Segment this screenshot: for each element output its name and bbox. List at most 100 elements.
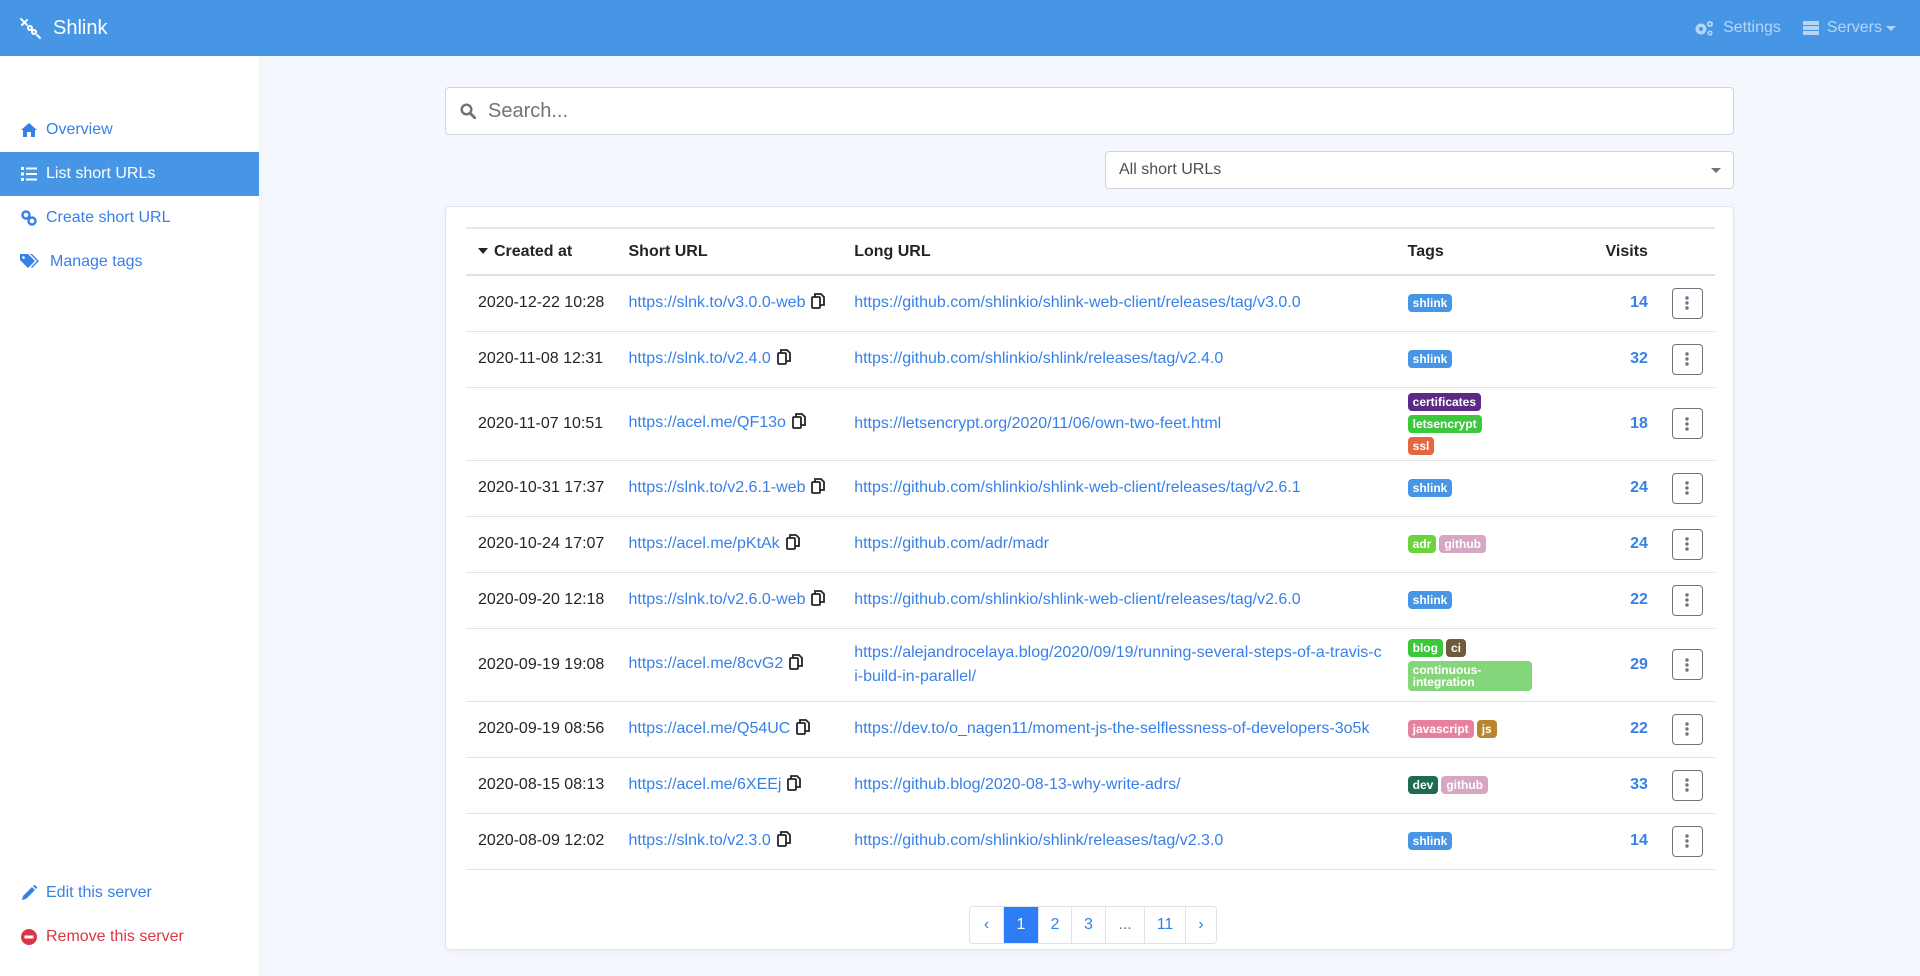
sidebar-item-overview[interactable]: Overview [0, 108, 259, 152]
visits-link[interactable]: 33 [1630, 776, 1648, 793]
long-url-link[interactable]: https://github.com/shlinkio/shlink/relea… [854, 347, 1223, 371]
visits-link[interactable]: 32 [1630, 350, 1648, 367]
row-actions-button[interactable] [1671, 649, 1703, 680]
tag-badge[interactable]: ci [1445, 638, 1466, 657]
sidebar-item-create-short-url[interactable]: Create short URL [0, 196, 259, 240]
column-header-created-at[interactable]: Created at [466, 228, 617, 276]
tag-badge[interactable]: shlink [1407, 479, 1453, 497]
visits-link[interactable]: 14 [1630, 294, 1648, 311]
created-at: 2020-10-24 17:07 [478, 535, 605, 552]
copy-icon[interactable] [811, 477, 826, 499]
short-url-link[interactable]: https://slnk.to/v3.0.0-web [629, 294, 806, 311]
column-label: Visits [1605, 242, 1648, 260]
search-input[interactable] [476, 88, 1733, 134]
tag-badge[interactable]: adr [1407, 535, 1437, 553]
sidebar-item-list-short-urls[interactable]: List short URLs [0, 152, 259, 196]
long-url-link[interactable]: https://github.com/shlinkio/shlink-web-c… [854, 291, 1300, 315]
short-url-link[interactable]: https://slnk.to/v2.6.0-web [629, 591, 806, 608]
visits-link[interactable]: 29 [1630, 656, 1648, 673]
copy-icon[interactable] [811, 292, 826, 314]
tag-badge[interactable]: letsencrypt [1407, 414, 1482, 433]
row-actions-button[interactable] [1671, 584, 1703, 616]
copy-icon[interactable] [776, 830, 791, 852]
tag-badge[interactable]: github [1439, 535, 1486, 553]
row-actions-button[interactable] [1671, 825, 1703, 857]
short-url-link[interactable]: https://slnk.to/v2.6.1-web [629, 479, 806, 496]
column-header-short-url[interactable]: Short URL [616, 228, 843, 276]
long-url-link[interactable]: https://github.com/adr/madr [854, 532, 1049, 556]
copy-icon[interactable] [785, 533, 800, 555]
row-actions-button[interactable] [1671, 287, 1703, 319]
pagination-page-3[interactable]: 3 [1071, 907, 1105, 943]
row-actions-button[interactable] [1671, 713, 1703, 745]
tag-badge[interactable]: shlink [1407, 350, 1453, 368]
tag-badge[interactable]: dev [1407, 776, 1439, 794]
created-at-cell: 2020-10-24 17:07 [466, 516, 617, 573]
long-url-cell: https://letsencrypt.org/2020/11/06/own-t… [842, 387, 1396, 461]
pagination-page-1[interactable]: 1 [1003, 907, 1038, 943]
column-label: Tags [1407, 242, 1444, 260]
copy-icon[interactable] [792, 413, 806, 434]
short-urls-filter-select[interactable]: All short URLs [1105, 151, 1734, 189]
visits-link[interactable]: 24 [1630, 535, 1648, 552]
pagination-next[interactable]: › [1185, 907, 1216, 943]
tag-badge[interactable]: ssl [1407, 436, 1435, 455]
long-url-link[interactable]: https://github.com/shlinkio/shlink-web-c… [854, 476, 1300, 500]
row-actions-button[interactable] [1671, 769, 1703, 801]
copy-icon[interactable] [787, 774, 802, 796]
copy-icon[interactable] [789, 654, 804, 675]
visits-link[interactable]: 18 [1630, 415, 1648, 432]
actions-cell [1659, 757, 1715, 814]
short-url-link[interactable]: https://acel.me/pKtAk [629, 535, 780, 552]
visits-link[interactable]: 22 [1630, 720, 1648, 737]
tag-badge[interactable]: javascript [1407, 720, 1474, 738]
remove-server-link[interactable]: Remove this server [0, 915, 259, 959]
pagination-page-2[interactable]: 2 [1038, 907, 1071, 943]
tag-badge[interactable]: shlink [1407, 591, 1453, 609]
tag-badge[interactable]: certificates [1407, 392, 1482, 411]
settings-link[interactable]: Settings [1693, 19, 1781, 37]
tag-badge[interactable]: shlink [1407, 294, 1453, 313]
short-url-link[interactable]: https://acel.me/8cvG2 [629, 655, 784, 672]
visits-link[interactable]: 22 [1630, 591, 1648, 608]
long-url-link[interactable]: https://letsencrypt.org/2020/11/06/own-t… [854, 412, 1221, 436]
visits-link[interactable]: 14 [1630, 832, 1648, 849]
long-url-link[interactable]: https://github.com/shlinkio/shlink-web-c… [854, 588, 1300, 612]
row-actions-button[interactable] [1671, 472, 1703, 504]
row-actions-button[interactable] [1671, 408, 1703, 439]
long-url-link[interactable]: https://alejandrocelaya.blog/2020/09/19/… [854, 641, 1383, 689]
column-header-long-url[interactable]: Long URL [842, 228, 1396, 276]
long-url-link[interactable]: https://dev.to/o_nagen11/moment-js-the-s… [854, 717, 1369, 741]
actions-cell [1659, 701, 1715, 758]
brand-link[interactable]: Shlink [18, 16, 107, 40]
short-url-link[interactable]: https://slnk.to/v2.3.0 [629, 832, 771, 849]
sidebar-item-manage-tags[interactable]: Manage tags [0, 240, 259, 284]
short-url-link[interactable]: https://slnk.to/v2.4.0 [629, 350, 771, 367]
long-url-link[interactable]: https://github.com/shlinkio/shlink/relea… [854, 829, 1223, 853]
copy-icon[interactable] [796, 718, 811, 740]
column-header-visits[interactable]: Visits [1547, 228, 1660, 276]
tag-badge[interactable]: shlink [1407, 832, 1453, 850]
short-url-link[interactable]: https://acel.me/6XEEj [629, 776, 782, 793]
tag-badge[interactable]: continuous-integration [1407, 660, 1533, 691]
tag-badge[interactable]: blog [1407, 638, 1443, 657]
pagination-page-11[interactable]: 11 [1144, 907, 1185, 943]
servers-dropdown[interactable]: Servers [1802, 19, 1896, 37]
row-actions-button[interactable] [1671, 343, 1703, 375]
visits-link[interactable]: 24 [1630, 479, 1648, 496]
tag-badge[interactable]: github [1441, 776, 1488, 794]
tags-cell: adr github [1395, 516, 1548, 573]
pagination-prev[interactable]: ‹ [970, 907, 1003, 943]
edit-server-link[interactable]: Edit this server [0, 871, 259, 915]
row-actions-button[interactable] [1671, 528, 1703, 560]
sidebar-nav: Overview List short URLs Create short UR… [0, 108, 259, 284]
tag-badge[interactable]: js [1476, 720, 1497, 738]
short-url-link[interactable]: https://acel.me/Q54UC [629, 720, 791, 737]
short-url-link[interactable]: https://acel.me/QF13o [629, 414, 786, 431]
long-url-link[interactable]: https://github.blog/2020-08-13-why-write… [854, 773, 1180, 797]
created-at: 2020-09-19 19:08 [478, 655, 605, 673]
sort-desc-icon [478, 248, 488, 255]
copy-icon[interactable] [776, 348, 791, 370]
copy-icon[interactable] [811, 589, 826, 611]
list-icon [20, 165, 38, 183]
